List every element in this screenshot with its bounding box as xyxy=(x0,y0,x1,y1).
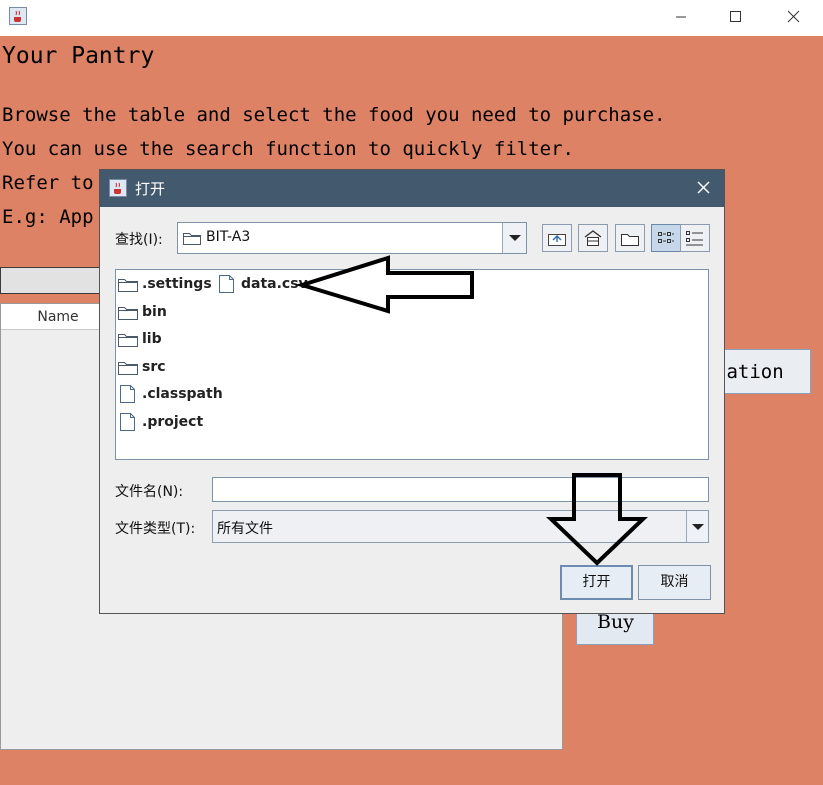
close-icon[interactable] xyxy=(770,0,816,36)
up-one-level-icon[interactable] xyxy=(542,224,572,252)
list-item[interactable]: data.csv xyxy=(241,276,308,292)
file-name-label: 文件名(N): xyxy=(115,484,184,500)
file-name-field[interactable] xyxy=(212,477,709,502)
instruction-line-3: Refer to xyxy=(2,172,94,194)
look-in-value: BIT-A3 xyxy=(206,229,251,245)
folder-icon xyxy=(182,230,202,250)
new-folder-icon[interactable] xyxy=(615,224,645,252)
maximize-icon[interactable] xyxy=(712,0,758,36)
look-in-label: 查找(I): xyxy=(115,232,163,248)
folder-icon xyxy=(117,359,139,381)
file-icon xyxy=(218,274,236,298)
close-icon[interactable] xyxy=(690,175,716,201)
file-type-select[interactable] xyxy=(212,510,709,543)
instruction-line-2: You can use the search function to quick… xyxy=(2,138,574,160)
file-type-label: 文件类型(T): xyxy=(115,521,196,537)
chevron-down-icon[interactable] xyxy=(686,511,708,542)
dialog-title: 打开 xyxy=(135,180,166,198)
list-view-icon[interactable] xyxy=(651,224,681,252)
folder-icon xyxy=(117,331,139,353)
file-icon xyxy=(119,412,137,436)
file-type-value: 所有文件 xyxy=(217,521,273,537)
list-item[interactable]: src xyxy=(142,359,166,375)
open-button[interactable]: 打开 xyxy=(560,565,633,600)
minimize-icon[interactable] xyxy=(658,0,704,36)
information-button[interactable]: nation xyxy=(716,349,811,394)
java-coffee-icon xyxy=(9,7,27,25)
search-input[interactable] xyxy=(0,267,110,294)
list-item[interactable]: .project xyxy=(142,414,203,430)
instruction-line-1: Browse the table and select the food you… xyxy=(2,104,666,126)
page-title: Your Pantry xyxy=(2,43,155,69)
java-coffee-icon xyxy=(109,179,127,197)
details-view-icon[interactable] xyxy=(680,224,710,252)
home-icon[interactable] xyxy=(578,224,608,252)
list-item[interactable]: .settings xyxy=(142,276,212,292)
list-item[interactable]: .classpath xyxy=(142,386,223,402)
chevron-down-icon[interactable] xyxy=(502,223,526,253)
file-icon xyxy=(119,384,137,408)
instruction-line-4: E.g: App xyxy=(2,206,94,228)
file-list[interactable] xyxy=(115,269,709,460)
cancel-button[interactable]: 取消 xyxy=(638,565,711,600)
list-item[interactable]: bin xyxy=(142,304,167,320)
dialog-titlebar xyxy=(100,170,724,207)
folder-icon xyxy=(117,304,139,326)
folder-icon xyxy=(117,276,139,298)
list-item[interactable]: lib xyxy=(142,331,162,347)
